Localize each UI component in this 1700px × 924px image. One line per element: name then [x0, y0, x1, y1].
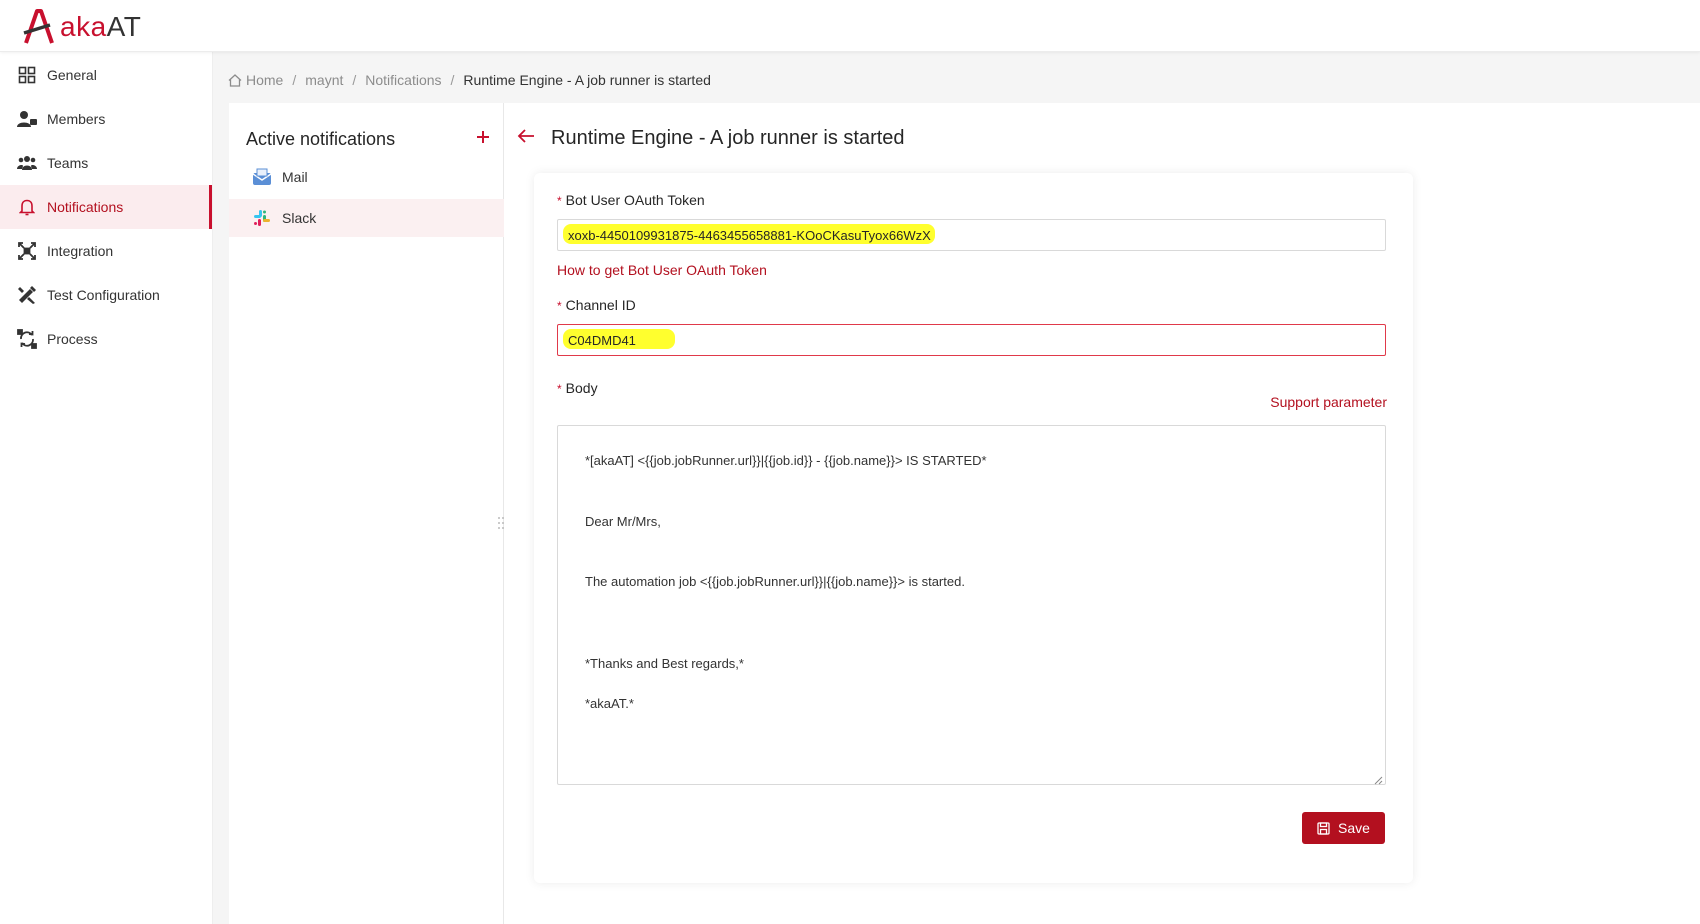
breadcrumb-project[interactable]: maynt	[305, 72, 343, 88]
add-notification-button[interactable]	[473, 127, 493, 147]
body-line: *akaAT.*	[585, 696, 634, 711]
token-label: * Bot User OAuth Token	[557, 192, 705, 208]
arrow-left-icon	[517, 129, 534, 143]
body-line: *[akaAT] <{{job.jobRunner.url}}|{{job.id…	[585, 453, 987, 468]
required-marker: *	[557, 194, 562, 208]
mail-icon	[252, 167, 272, 187]
sidebar-item-label: Notifications	[47, 198, 124, 215]
floppy-disk-icon	[1317, 821, 1330, 835]
sidebar-item-notifications[interactable]: Notifications	[0, 184, 212, 229]
breadcrumb-section[interactable]: Notifications	[365, 72, 441, 88]
sidebar-item-integration[interactable]: Integration	[0, 229, 212, 273]
channel-item-slack[interactable]: Slack	[229, 199, 504, 237]
textarea-resize-grip[interactable]	[1373, 772, 1383, 785]
logo-text: akaAT	[60, 11, 142, 42]
token-help-link[interactable]: How to get Bot User OAuth Token	[557, 262, 767, 278]
sidebar-item-members[interactable]: Members	[0, 97, 212, 141]
save-button[interactable]: Save	[1302, 812, 1385, 844]
notifications-list-pane: Active notifications Mail Slack	[229, 103, 504, 924]
breadcrumb-separator: /	[352, 72, 357, 88]
bot-token-input[interactable]	[557, 219, 1386, 251]
home-icon	[228, 73, 242, 87]
sidebar-item-test-configuration[interactable]: Test Configuration	[0, 273, 212, 317]
tools-icon	[17, 285, 37, 305]
pane-resize-handle[interactable]	[496, 515, 506, 531]
support-parameter-link[interactable]: Support parameter	[1270, 394, 1387, 410]
breadcrumb-current: Runtime Engine - A job runner is started	[463, 72, 711, 88]
breadcrumb-home[interactable]: Home	[228, 72, 283, 88]
body-label: * Body	[557, 380, 598, 396]
content-panel: Active notifications Mail Slack Runtime …	[229, 103, 1700, 924]
integration-icon	[17, 241, 37, 261]
body-textarea[interactable]: *[akaAT] <{{job.jobRunner.url}}|{{job.id…	[557, 425, 1386, 785]
channel-label: Slack	[282, 210, 317, 226]
top-bar: akaAT	[0, 0, 1700, 52]
slack-icon	[252, 208, 272, 228]
slack-settings-card: *Bot User OAuth Token How to get Bot Use…	[534, 173, 1413, 883]
required-marker: *	[557, 299, 562, 313]
breadcrumb: Home / maynt / Notifications / Runtime E…	[228, 70, 711, 90]
process-icon	[17, 328, 37, 349]
plus-icon	[477, 131, 489, 143]
sidebar-item-label: Teams	[47, 154, 89, 171]
channel-item-mail[interactable]: Mail	[229, 158, 504, 196]
sidebar-item-teams[interactable]: Teams	[0, 141, 212, 185]
sidebar-item-general[interactable]: General	[0, 53, 212, 97]
drag-dots-icon	[498, 517, 504, 529]
active-notifications-title: Active notifications	[246, 129, 396, 149]
breadcrumb-separator: /	[292, 72, 297, 88]
body-line: *Thanks and Best regards,*	[585, 656, 744, 671]
sidebar-item-label: Members	[47, 110, 106, 127]
breadcrumb-separator: /	[450, 72, 455, 88]
body-line: The automation job <{{job.jobRunner.url}…	[585, 574, 965, 589]
back-button[interactable]	[517, 128, 537, 148]
akaat-logo-icon	[23, 9, 54, 44]
app-logo[interactable]: akaAT	[22, 6, 141, 48]
channel-label: Mail	[282, 169, 308, 185]
resize-grip-icon	[1374, 776, 1383, 785]
teams-icon	[17, 153, 37, 173]
grid-icon	[17, 65, 37, 85]
required-marker: *	[557, 382, 562, 396]
channel-label: * Channel ID	[557, 297, 636, 313]
sidebar: General Members Teams Notifications Inte…	[0, 52, 213, 924]
members-icon	[17, 109, 37, 129]
sidebar-item-label: Integration	[47, 242, 114, 259]
sidebar-item-label: Test Configuration	[47, 286, 160, 303]
body-line: Dear Mr/Mrs,	[585, 514, 661, 529]
sidebar-item-label: Process	[47, 330, 98, 347]
channel-id-input[interactable]	[557, 324, 1386, 356]
sidebar-item-label: General	[47, 66, 97, 83]
bell-icon	[17, 197, 37, 217]
sidebar-item-process[interactable]: Process	[0, 317, 212, 361]
save-label: Save	[1338, 820, 1370, 836]
detail-title: Runtime Engine - A job runner is started	[551, 127, 905, 149]
